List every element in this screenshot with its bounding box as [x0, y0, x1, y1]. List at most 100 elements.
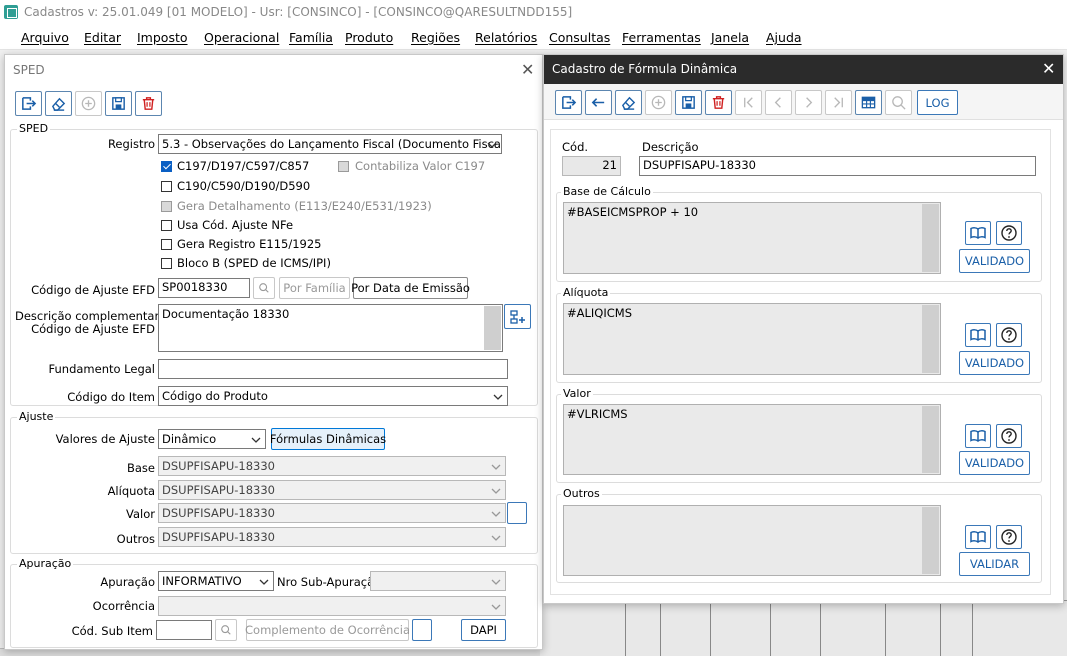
valor-help-button[interactable]: [996, 424, 1022, 448]
grid-button[interactable]: [855, 90, 882, 115]
search-icon: [221, 625, 231, 635]
plus-circle-icon: [81, 96, 96, 111]
base-select[interactable]: DSUPFISAPU-18330: [158, 456, 506, 476]
por-data-emissao-button[interactable]: Por Data de Emissão: [351, 277, 470, 299]
bloco-b-checkbox[interactable]: [161, 258, 172, 269]
base-help-book-button[interactable]: [965, 221, 991, 245]
app-icon: [4, 5, 18, 19]
por-familia-button[interactable]: Por Família: [279, 277, 350, 299]
outros-textarea[interactable]: [563, 505, 941, 576]
menu-operacional[interactable]: Operacional: [204, 30, 279, 45]
valor-help-book-button[interactable]: [965, 424, 991, 448]
sped-window-title: SPED: [13, 63, 45, 77]
formulas-dinamicas-button[interactable]: Fórmulas Dinâmicas: [270, 428, 386, 450]
add-button[interactable]: [75, 91, 102, 116]
scrollbar[interactable]: [922, 406, 939, 473]
first-record-button[interactable]: [735, 90, 762, 115]
contabiliza-checkbox[interactable]: [338, 161, 349, 172]
add-description-button[interactable]: [504, 304, 531, 329]
menu-editar[interactable]: Editar: [84, 30, 121, 45]
usa-cod-ajuste-checkbox[interactable]: [161, 220, 172, 231]
gera-detalhamento-checkbox[interactable]: [161, 201, 172, 212]
clear-button[interactable]: [45, 91, 72, 116]
background-grid-line: [885, 600, 886, 656]
valores-ajuste-select[interactable]: Dinâmico: [158, 429, 266, 449]
menu-imposto[interactable]: Imposto: [137, 30, 188, 45]
nro-sub-apuracao-select[interactable]: [370, 571, 506, 591]
menu-ferramentas[interactable]: Ferramentas: [622, 30, 701, 45]
exit-icon: [22, 97, 37, 110]
fundamento-legal-label: Fundamento Legal: [48, 362, 156, 376]
codigo-ajuste-input[interactable]: SP0018330: [158, 278, 250, 298]
valor-textarea[interactable]: #VLRICMS: [563, 404, 941, 475]
delete-button[interactable]: [135, 91, 162, 116]
search-button[interactable]: [253, 277, 275, 299]
scrollbar[interactable]: [922, 305, 939, 373]
question-icon: [1001, 225, 1017, 241]
aliquota-help-book-button[interactable]: [965, 323, 991, 347]
base-calculo-textarea[interactable]: #BASEICMSPROP + 10: [563, 202, 941, 274]
descricao-complementar-textarea[interactable]: Documentação 18330: [158, 304, 503, 352]
valor-extra-button[interactable]: [507, 502, 527, 524]
scrollbar[interactable]: [484, 306, 501, 350]
close-icon[interactable]: ✕: [1042, 59, 1055, 78]
aliquota-help-button[interactable]: [996, 323, 1022, 347]
back-button[interactable]: [585, 90, 612, 115]
menu-janela[interactable]: Janela: [711, 30, 749, 45]
search-icon: [259, 283, 269, 293]
menu-arquivo[interactable]: Arquivo: [21, 30, 69, 45]
background-grid-line: [770, 600, 771, 656]
aliquota-select[interactable]: DSUPFISAPU-18330: [158, 480, 506, 500]
exit-button[interactable]: [555, 90, 582, 115]
fundamento-legal-input[interactable]: [158, 359, 508, 379]
outros-help-book-button[interactable]: [965, 525, 991, 549]
nro-sub-apuracao-label: Nro Sub-Apuração: [277, 575, 382, 589]
base-validado-button[interactable]: VALIDADO: [959, 249, 1030, 273]
valor-select[interactable]: DSUPFISAPU-18330: [158, 503, 506, 523]
aliquota-validado-button[interactable]: VALIDADO: [959, 351, 1030, 375]
menu-regioes[interactable]: Regiões: [411, 30, 460, 45]
add-button[interactable]: [645, 90, 672, 115]
menu-ajuda[interactable]: Ajuda: [766, 30, 802, 45]
cod-sub-item-input[interactable]: [156, 620, 212, 640]
c190-checkbox[interactable]: [161, 181, 172, 192]
outros-select[interactable]: DSUPFISAPU-18330: [158, 527, 506, 547]
registro-select[interactable]: 5.3 - Observações do Lançamento Fiscal (…: [158, 134, 502, 154]
prev-record-button[interactable]: [765, 90, 792, 115]
log-button[interactable]: LOG: [917, 90, 958, 115]
exit-icon: [562, 96, 577, 109]
apuracao-select[interactable]: INFORMATIVO: [158, 571, 274, 591]
next-record-button[interactable]: [795, 90, 822, 115]
close-icon[interactable]: ✕: [521, 60, 534, 79]
save-button[interactable]: [105, 91, 132, 116]
last-record-button[interactable]: [825, 90, 852, 115]
menu-familia[interactable]: Família: [289, 30, 333, 45]
clear-button[interactable]: [615, 90, 642, 115]
outros-validar-button[interactable]: VALIDAR: [959, 552, 1030, 576]
cod-input[interactable]: 21: [562, 156, 621, 176]
aliquota-textarea[interactable]: #ALIQICMS: [563, 303, 941, 375]
gera-registro-checkbox[interactable]: [161, 239, 172, 250]
complemento-extra-button[interactable]: [412, 619, 432, 641]
scrollbar[interactable]: [922, 507, 939, 574]
exit-button[interactable]: [15, 91, 42, 116]
valor-validado-button[interactable]: VALIDADO: [959, 451, 1030, 475]
menu-consultas[interactable]: Consultas: [549, 30, 610, 45]
ocorrencia-select[interactable]: [158, 596, 506, 616]
c197-checkbox[interactable]: [161, 161, 172, 172]
dapi-button[interactable]: DAPI: [461, 619, 506, 641]
codigo-item-select[interactable]: Código do Produto: [158, 386, 508, 406]
search-button[interactable]: [215, 619, 237, 641]
complemento-ocorrencia-button[interactable]: Complemento de Ocorrência: [245, 619, 410, 641]
menu-relatorios[interactable]: Relatórios: [475, 30, 537, 45]
outros-help-button[interactable]: [996, 525, 1022, 549]
eraser-icon: [621, 96, 636, 110]
descricao-input[interactable]: DSUPFISAPU-18330: [639, 156, 1036, 176]
search-button[interactable]: [885, 90, 912, 115]
delete-button[interactable]: [705, 90, 732, 115]
menu-produto[interactable]: Produto: [345, 30, 393, 45]
save-button[interactable]: [675, 90, 702, 115]
scrollbar[interactable]: [922, 204, 939, 272]
base-help-button[interactable]: [996, 221, 1022, 245]
valor-label: Valor: [126, 507, 155, 521]
